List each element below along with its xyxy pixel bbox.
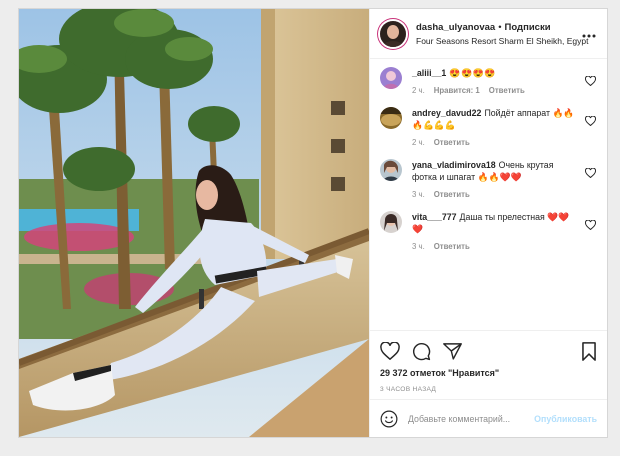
comment-bubble-icon[interactable] xyxy=(412,342,431,361)
comment-username[interactable]: _aliii__1 xyxy=(412,68,446,78)
author-username[interactable]: dasha_ulyanovaa xyxy=(416,22,495,33)
comment-like-heart-icon[interactable] xyxy=(584,217,597,251)
like-heart-icon[interactable] xyxy=(380,342,400,360)
comment-item: andrey_davud22 Пойдёт аппарат 🔥🔥🔥💪💪💪 2 ч.… xyxy=(380,107,597,147)
comment-username[interactable]: vita___777 xyxy=(412,212,457,222)
bookmark-icon[interactable] xyxy=(581,341,597,361)
add-comment-bar: Добавьте комментарий... Опубликовать xyxy=(370,399,607,437)
post-side-panel: dasha_ulyanovaa • Подписки Four Seasons … xyxy=(369,9,607,437)
commenter-avatar[interactable] xyxy=(380,211,402,233)
follow-button[interactable]: Подписки xyxy=(505,22,551,33)
comment-text: 😍😍😍😍 xyxy=(449,68,497,78)
post-dialog: dasha_ulyanovaa • Подписки Four Seasons … xyxy=(18,8,608,438)
comment-like-heart-icon[interactable] xyxy=(584,73,597,95)
header-text: dasha_ulyanovaa • Подписки Four Seasons … xyxy=(416,21,588,46)
commenter-avatar[interactable] xyxy=(380,107,402,129)
comment-item: yana_vladimirova18 Очень крутая фотка и ш… xyxy=(380,159,597,199)
comment-likes[interactable]: Нравится: 1 xyxy=(434,86,480,95)
commenter-avatar[interactable] xyxy=(380,67,402,89)
photo-illustration xyxy=(19,9,369,437)
comment-like-heart-icon[interactable] xyxy=(584,165,597,199)
reply-button[interactable]: Ответить xyxy=(489,86,525,95)
post-header: dasha_ulyanovaa • Подписки Four Seasons … xyxy=(370,9,607,59)
likes-count[interactable]: 29 372 отметок "Нравится" xyxy=(380,368,597,378)
comment-item: _aliii__1 😍😍😍😍 2 ч. Нравится: 1 Ответить xyxy=(380,67,597,95)
publish-button[interactable]: Опубликовать xyxy=(534,414,597,424)
commenter-avatar[interactable] xyxy=(380,159,402,181)
post-photo[interactable] xyxy=(19,9,369,437)
header-separator: • xyxy=(498,21,502,33)
comment-username[interactable]: yana_vladimirova18 xyxy=(412,160,496,170)
post-actions: 29 372 отметок "Нравится" 3 ЧАСОВ НАЗАД xyxy=(370,330,607,399)
comment-username[interactable]: andrey_davud22 xyxy=(412,108,481,118)
emoji-smile-icon[interactable] xyxy=(380,410,398,428)
comment-input[interactable]: Добавьте комментарий... xyxy=(408,414,534,424)
post-time-ago: 3 ЧАСОВ НАЗАД xyxy=(380,386,437,393)
comment-time[interactable]: 3 ч. xyxy=(412,242,425,251)
location-link[interactable]: Four Seasons Resort Sharm El Sheikh, Egy… xyxy=(416,36,588,46)
comment-time[interactable]: 2 ч. xyxy=(412,138,425,147)
reply-button[interactable]: Ответить xyxy=(434,242,470,251)
share-direct-icon[interactable] xyxy=(443,342,462,360)
comments-list[interactable]: _aliii__1😍😍😍😍 2 ч. Нравится: 1 Ответить xyxy=(370,59,607,330)
reply-button[interactable]: Ответить xyxy=(434,190,470,199)
author-avatar-image xyxy=(380,20,406,47)
comment-time[interactable]: 2 ч. xyxy=(412,86,425,95)
comment-like-heart-icon[interactable] xyxy=(584,113,597,147)
more-horizontal-icon[interactable] xyxy=(581,28,597,40)
reply-button[interactable]: Ответить xyxy=(434,138,470,147)
comment-item: vita___777 Даша ты прелестная ❤️❤️❤️ 3 ч.… xyxy=(380,211,597,251)
action-icons xyxy=(380,339,597,363)
comment-time[interactable]: 3 ч. xyxy=(412,190,425,199)
author-avatar[interactable] xyxy=(380,20,406,47)
